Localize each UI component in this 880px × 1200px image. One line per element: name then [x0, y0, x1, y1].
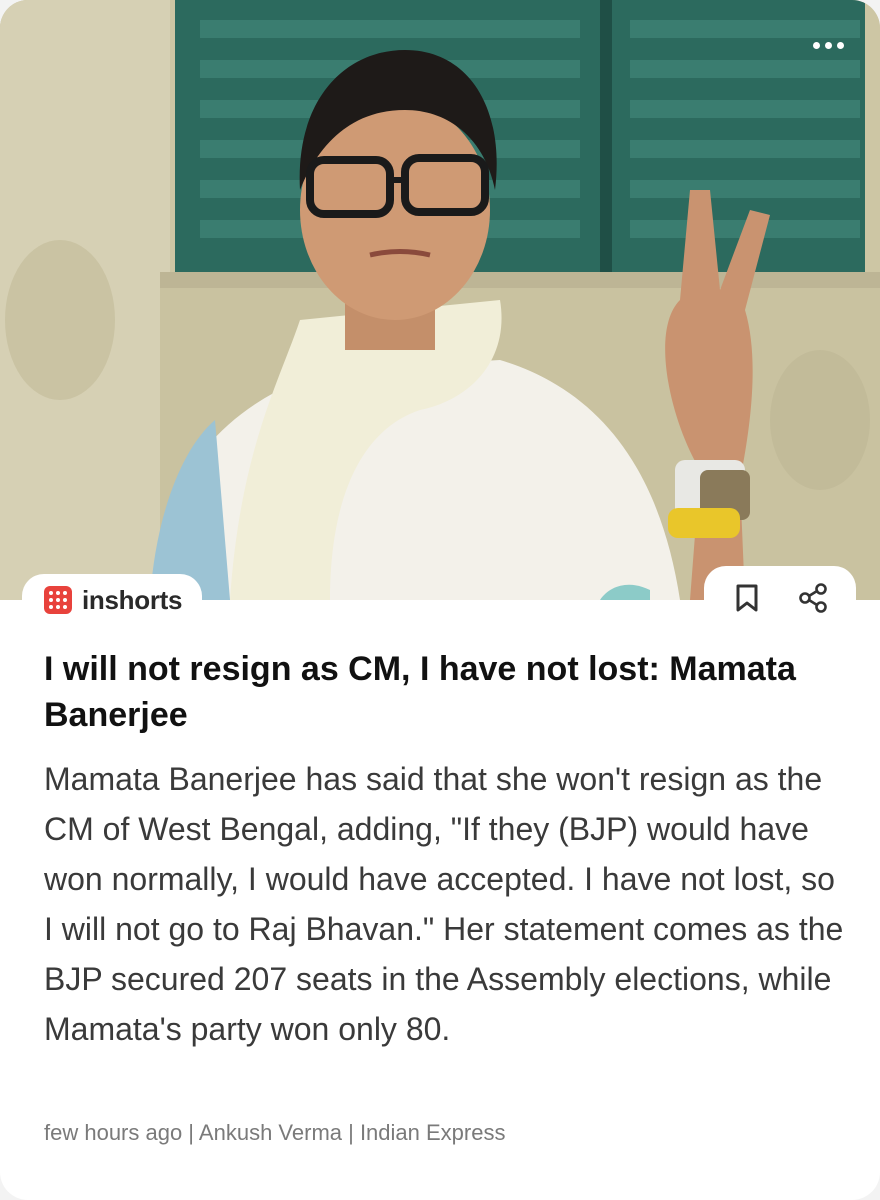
- article-body: Mamata Banerjee has said that she won't …: [44, 761, 844, 1047]
- brand-tab: inshorts: [22, 574, 203, 626]
- bookmark-icon[interactable]: [732, 583, 762, 613]
- article-photo-illustration: [0, 0, 880, 600]
- article-headline[interactable]: I will not resign as CM, I have not lost…: [44, 646, 844, 738]
- news-card: inshorts I will not resign as CM, I have…: [0, 0, 880, 1200]
- more-dot-icon: [812, 41, 820, 49]
- article-photo: [0, 0, 880, 600]
- more-options-button[interactable]: [806, 30, 850, 60]
- more-dot-icon: [824, 41, 832, 49]
- more-dot-icon: [836, 41, 844, 49]
- inshorts-logo-icon: [44, 586, 72, 614]
- brand-name: inshorts: [82, 584, 183, 615]
- article-meta: few hours ago | Ankush Verma | Indian Ex…: [44, 1120, 506, 1145]
- action-tab: [704, 566, 856, 630]
- share-icon[interactable]: [798, 583, 828, 613]
